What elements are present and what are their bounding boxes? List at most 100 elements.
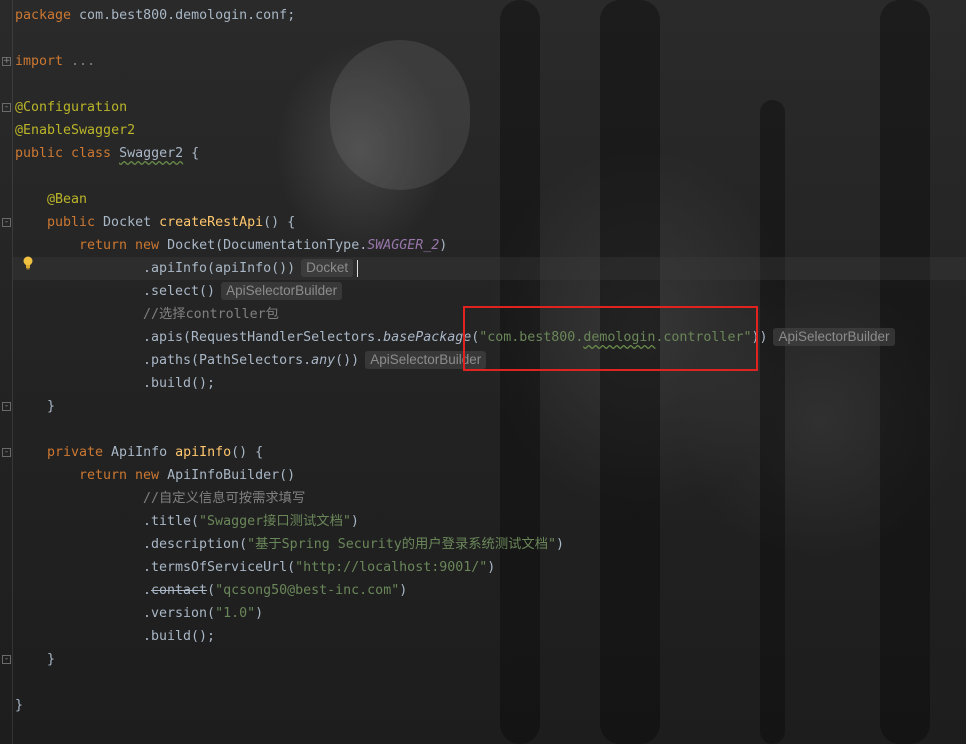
string-literal: "http://localhost:9001/" xyxy=(295,560,488,575)
static-method: basePackage xyxy=(383,330,472,345)
keyword: public xyxy=(47,215,96,230)
code-line-brace[interactable]: } xyxy=(15,694,23,717)
string-literal: "Swagger接口测试文档" xyxy=(199,514,351,529)
code-line-comment[interactable]: //自定义信息可按需求填写 xyxy=(143,487,305,510)
code-line-annotation[interactable]: @EnableSwagger2 xyxy=(15,119,135,142)
class-name: Swagger2 xyxy=(119,146,184,161)
background-tree xyxy=(880,0,930,744)
signature-rest: () { xyxy=(263,215,296,230)
code-line-method-decl[interactable]: private ApiInfo apiInfo() { xyxy=(47,441,263,464)
package-name: com.best800.demologin.conf; xyxy=(71,8,296,23)
dot: . xyxy=(143,583,152,598)
paren: ) xyxy=(439,238,448,253)
chain-call: .paths(PathSelectors. xyxy=(143,353,312,368)
code-line-return[interactable]: return new Docket(DocumentationType.SWAG… xyxy=(79,234,447,257)
code-line-chain[interactable]: .contact("qcsong50@best-inc.com") xyxy=(143,579,407,602)
string-literal: "qcsong50@best-inc.com" xyxy=(215,583,400,598)
chain-call: .build(); xyxy=(143,629,216,644)
string-literal: "com.best800. xyxy=(479,330,584,345)
chain-call: .build(); xyxy=(143,376,216,391)
keyword: return new xyxy=(79,468,160,483)
code-line-chain[interactable]: .build(); xyxy=(143,625,215,648)
code-line-chain[interactable]: .title("Swagger接口测试文档") xyxy=(143,510,359,533)
lightbulb-icon[interactable] xyxy=(22,256,34,270)
paren: ) xyxy=(487,560,496,575)
comment: //选择controller包 xyxy=(143,307,279,322)
string-literal: demologin xyxy=(583,330,656,345)
string-literal: "1.0" xyxy=(215,606,256,621)
method-name: createRestApi xyxy=(159,215,264,230)
keyword: private xyxy=(47,445,104,460)
background-tree xyxy=(500,0,540,744)
paren: ()) xyxy=(335,353,360,368)
code-line-brace[interactable]: } xyxy=(47,648,55,671)
paren: ) xyxy=(350,514,359,529)
background-tree xyxy=(600,0,660,744)
fold-marker-icon[interactable]: - xyxy=(2,448,11,457)
signature-rest: () { xyxy=(231,445,264,460)
background-tree xyxy=(760,100,785,744)
chain-call: .apiInfo(apiInfo()) xyxy=(143,261,296,276)
code-line-annotation[interactable]: @Configuration xyxy=(15,96,127,119)
code-line-import[interactable]: import ... xyxy=(15,50,95,73)
brace: } xyxy=(47,652,56,667)
brace: } xyxy=(15,698,24,713)
code-line-method-decl[interactable]: public Docket createRestApi() { xyxy=(47,211,295,234)
paren: ) xyxy=(399,583,408,598)
paren: ) xyxy=(556,537,565,552)
code-line-chain[interactable]: .select() ApiSelectorBuilder xyxy=(143,280,343,303)
inlay-type-hint: ApiSelectorBuilder xyxy=(221,282,343,300)
keyword: return new xyxy=(79,238,160,253)
string-literal: "基于Spring Security的用户登录系统测试文档" xyxy=(247,537,557,552)
string-literal: .controller" xyxy=(655,330,752,345)
code-line-brace[interactable]: } xyxy=(47,395,55,418)
fold-marker-icon[interactable]: - xyxy=(2,655,11,664)
folded-imports[interactable]: ... xyxy=(63,54,95,69)
comment: //自定义信息可按需求填写 xyxy=(143,491,306,506)
inlay-type-hint: ApiSelectorBuilder xyxy=(365,351,487,369)
code-line-chain[interactable]: .build(); xyxy=(143,372,215,395)
paren: ) xyxy=(255,606,264,621)
chain-call: .version( xyxy=(143,606,216,621)
annotation: @EnableSwagger2 xyxy=(15,123,136,138)
keyword: import xyxy=(15,54,64,69)
inlay-type-hint: Docket xyxy=(301,259,354,277)
fold-marker-icon[interactable]: - xyxy=(2,402,11,411)
text-caret xyxy=(357,259,359,277)
static-field: SWAGGER_2 xyxy=(367,238,440,253)
chain-call: .termsOfServiceUrl( xyxy=(143,560,296,575)
chain-call: .select() xyxy=(143,284,216,299)
inlay-type-hint: ApiSelectorBuilder xyxy=(773,328,895,346)
constructor: ApiInfoBuilder() xyxy=(159,468,296,483)
fold-marker-icon[interactable]: - xyxy=(2,218,11,227)
chain-call: .apis(RequestHandlerSelectors. xyxy=(143,330,384,345)
annotation: @Configuration xyxy=(15,100,128,115)
code-line-chain[interactable]: .version("1.0") xyxy=(143,602,263,625)
code-line-package[interactable]: package com.best800.demologin.conf; xyxy=(15,4,295,27)
code-line-chain[interactable]: .apis(RequestHandlerSelectors.basePackag… xyxy=(143,326,895,349)
fold-marker-icon[interactable]: + xyxy=(2,57,11,66)
keyword: public class xyxy=(15,146,112,161)
keyword: package xyxy=(15,8,72,23)
code-line-return[interactable]: return new ApiInfoBuilder() xyxy=(79,464,295,487)
chain-call: .description( xyxy=(143,537,248,552)
code-line-class-decl[interactable]: public class Swagger2 { xyxy=(15,142,199,165)
brace: } xyxy=(47,399,56,414)
paren: ( xyxy=(207,583,216,598)
fold-marker-icon[interactable]: - xyxy=(2,103,11,112)
paren: )) xyxy=(751,330,768,345)
constructor: Docket(DocumentationType. xyxy=(159,238,368,253)
code-line-annotation[interactable]: @Bean xyxy=(47,188,87,211)
chain-call: .title( xyxy=(143,514,200,529)
return-type: ApiInfo xyxy=(103,445,176,460)
background-tree xyxy=(330,40,470,190)
deprecated-method: contact xyxy=(151,583,208,598)
code-line-chain[interactable]: .apiInfo(apiInfo()) Docket xyxy=(143,257,359,280)
code-line-comment[interactable]: //选择controller包 xyxy=(143,303,279,326)
code-line-chain[interactable]: .termsOfServiceUrl("http://localhost:900… xyxy=(143,556,495,579)
annotation: @Bean xyxy=(47,192,88,207)
code-line-chain[interactable]: .description("基于Spring Security的用户登录系统测试… xyxy=(143,533,564,556)
code-editor[interactable]: + - - - - - package com.best800.demologi… xyxy=(0,0,966,744)
brace: { xyxy=(191,146,200,161)
code-line-chain[interactable]: .paths(PathSelectors.any()) ApiSelectorBu… xyxy=(143,349,487,372)
